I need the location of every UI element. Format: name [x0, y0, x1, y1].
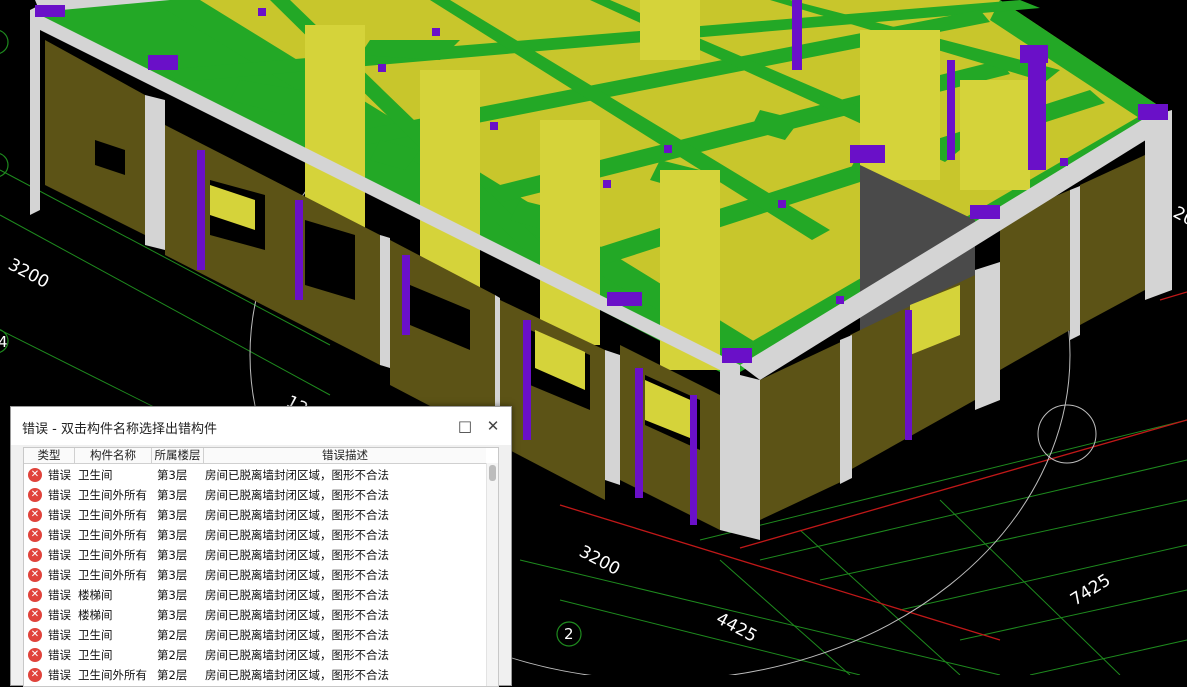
- error-icon: ✕: [28, 528, 42, 542]
- cell-desc: 房间已脱离墙封闭区域，图形不合法: [205, 548, 389, 562]
- table-row[interactable]: ✕ 错误 卫生间外所有 第3层 房间已脱离墙封闭区域，图形不合法: [24, 525, 486, 545]
- cell-type: 错误: [48, 468, 71, 482]
- cell-desc: 房间已脱离墙封闭区域，图形不合法: [205, 668, 389, 682]
- cell-floor: 第3层: [157, 528, 188, 542]
- col-floor[interactable]: 所属楼层: [152, 448, 204, 463]
- cell-floor: 第2层: [157, 668, 188, 682]
- table-row[interactable]: ✕ 错误 卫生间外所有 第3层 房间已脱离墙封闭区域，图形不合法: [24, 565, 486, 585]
- cell-floor: 第3层: [157, 468, 188, 482]
- col-desc[interactable]: 错误描述: [204, 448, 486, 463]
- cell-type: 错误: [48, 588, 71, 602]
- error-icon: ✕: [28, 588, 42, 602]
- cell-type: 错误: [48, 528, 71, 542]
- cell-floor: 第3层: [157, 508, 188, 522]
- error-icon: ✕: [28, 508, 42, 522]
- error-icon: ✕: [28, 548, 42, 562]
- cell-name[interactable]: 楼梯间: [78, 585, 154, 605]
- cell-name[interactable]: 卫生间外所有: [78, 525, 154, 545]
- cell-type: 错误: [48, 628, 71, 642]
- cell-type: 错误: [48, 608, 71, 622]
- cell-desc: 房间已脱离墙封闭区域，图形不合法: [205, 488, 389, 502]
- cell-name[interactable]: 卫生间外所有: [78, 485, 154, 505]
- error-icon: ✕: [28, 488, 42, 502]
- cell-desc: 房间已脱离墙封闭区域，图形不合法: [205, 648, 389, 662]
- error-icon: ✕: [28, 648, 42, 662]
- axis-label-4: 4: [0, 333, 8, 351]
- table-header: 类型 构件名称 所属楼层 错误描述: [24, 448, 486, 464]
- cell-desc: 房间已脱离墙封闭区域，图形不合法: [205, 608, 389, 622]
- col-name[interactable]: 构件名称: [75, 448, 152, 463]
- cell-desc: 房间已脱离墙封闭区域，图形不合法: [205, 588, 389, 602]
- cell-desc: 房间已脱离墙封闭区域，图形不合法: [205, 628, 389, 642]
- cell-name[interactable]: 卫生间外所有: [78, 665, 154, 685]
- table-row[interactable]: ✕ 错误 楼梯间 第3层 房间已脱离墙封闭区域，图形不合法: [24, 585, 486, 605]
- cell-name[interactable]: 卫生间外所有: [78, 505, 154, 525]
- cell-floor: 第3层: [157, 588, 188, 602]
- maximize-icon[interactable]: □: [455, 416, 475, 436]
- error-icon: ✕: [28, 668, 42, 682]
- error-icon: ✕: [28, 628, 42, 642]
- error-icon: ✕: [28, 568, 42, 582]
- error-table[interactable]: 类型 构件名称 所属楼层 错误描述 ✕ 错误 卫生间 第3层 房间已脱离墙封闭区域，图形…: [23, 447, 499, 687]
- cell-desc: 房间已脱离墙封闭区域，图形不合法: [205, 568, 389, 582]
- cell-floor: 第2层: [157, 628, 188, 642]
- cell-floor: 第3层: [157, 568, 188, 582]
- table-row[interactable]: ✕ 错误 卫生间外所有 第2层 房间已脱离墙封闭区域，图形不合法: [24, 665, 486, 685]
- error-dialog[interactable]: 错误 - 双击构件名称选择出错构件 □ ✕ 类型 构件名称 所属楼层 错误描述 …: [10, 406, 512, 687]
- error-icon: ✕: [28, 608, 42, 622]
- cell-type: 错误: [48, 508, 71, 522]
- col-type[interactable]: 类型: [24, 448, 75, 463]
- cell-type: 错误: [48, 548, 71, 562]
- cell-name[interactable]: 卫生间外所有: [78, 545, 154, 565]
- dialog-title: 错误 - 双击构件名称选择出错构件: [22, 422, 217, 437]
- cell-type: 错误: [48, 648, 71, 662]
- axis-bubble-4: 4: [0, 329, 9, 353]
- cell-floor: 第2层: [157, 648, 188, 662]
- cell-desc: 房间已脱离墙封闭区域，图形不合法: [205, 528, 389, 542]
- scrollbar-thumb[interactable]: [489, 465, 496, 481]
- table-row[interactable]: ✕ 错误 卫生间 第2层 房间已脱离墙封闭区域，图形不合法: [24, 625, 486, 645]
- cell-name[interactable]: 卫生间: [78, 645, 154, 665]
- cell-floor: 第3层: [157, 608, 188, 622]
- table-row[interactable]: ✕ 错误 卫生间外所有 第3层 房间已脱离墙封闭区域，图形不合法: [24, 545, 486, 565]
- axis-label-2: 2: [564, 625, 574, 643]
- cell-name[interactable]: 卫生间: [78, 625, 154, 645]
- vertical-scrollbar[interactable]: [486, 463, 498, 686]
- dialog-titlebar[interactable]: 错误 - 双击构件名称选择出错构件 □ ✕: [11, 407, 511, 445]
- table-row[interactable]: ✕ 错误 楼梯间 第3层 房间已脱离墙封闭区域，图形不合法: [24, 605, 486, 625]
- cell-name[interactable]: 卫生间: [78, 465, 154, 485]
- cell-name[interactable]: 楼梯间: [78, 605, 154, 625]
- close-icon[interactable]: ✕: [483, 416, 503, 436]
- error-icon: ✕: [28, 468, 42, 482]
- cell-desc: 房间已脱离墙封闭区域，图形不合法: [205, 508, 389, 522]
- cell-type: 错误: [48, 488, 71, 502]
- cell-desc: 房间已脱离墙封闭区域，图形不合法: [205, 468, 389, 482]
- cell-type: 错误: [48, 668, 71, 682]
- cell-floor: 第3层: [157, 548, 188, 562]
- cell-type: 错误: [48, 568, 71, 582]
- cell-floor: 第3层: [157, 488, 188, 502]
- cell-name[interactable]: 卫生间外所有: [78, 565, 154, 585]
- table-row[interactable]: ✕ 错误 卫生间 第2层 房间已脱离墙封闭区域，图形不合法: [24, 645, 486, 665]
- table-row[interactable]: ✕ 错误 卫生间外所有 第3层 房间已脱离墙封闭区域，图形不合法: [24, 485, 486, 505]
- table-row[interactable]: ✕ 错误 卫生间外所有 第3层 房间已脱离墙封闭区域，图形不合法: [24, 505, 486, 525]
- table-row[interactable]: ✕ 错误 卫生间 第3层 房间已脱离墙封闭区域，图形不合法: [24, 465, 486, 485]
